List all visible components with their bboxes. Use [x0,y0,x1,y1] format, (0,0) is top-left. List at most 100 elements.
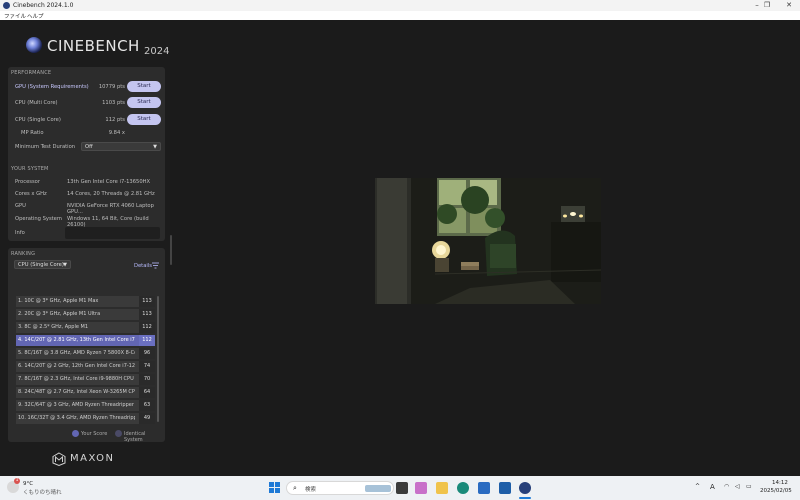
weather-desc: くもりのち晴れ [23,490,62,496]
ranking-row-score: 112 [139,335,155,346]
task-view-icon[interactable] [396,482,408,494]
ranking-row[interactable]: 2. 20C @ 3* GHz, Apple M1 Ultra 113 [16,309,155,320]
ranking-row-label: 3. 8C @ 2.5* GHz, Apple M1 [18,324,89,330]
store-icon[interactable] [478,482,490,494]
cpu-single-label: CPU (Single Core) [15,117,61,123]
ranking-row[interactable]: 7. 8C/16T @ 2.3 GHz, Intel Core i9-9880H… [16,374,155,385]
title-bar: Cinebench 2024.1.0 – ❐ ✕ [0,0,800,11]
windows-start-icon[interactable] [269,482,281,494]
identical-system-legend: Identical System [124,431,146,443]
app-content: CINEBENCH 2024 PERFORMANCE GPU (System R… [0,20,800,476]
search-icon: ⌕ [293,484,297,492]
ranking-title: RANKING [11,251,36,257]
processor-label: Processor [15,179,40,185]
ranking-row-score: 96 [139,348,155,359]
sidebar-scrollbar[interactable] [170,235,172,265]
cpu-multi-label: CPU (Multi Core) [15,100,58,106]
ranking-row-score: 64 [139,387,155,398]
chevron-down-icon: ▼ [153,144,157,150]
ime-indicator[interactable]: A [710,483,715,491]
left-sidebar: CINEBENCH 2024 PERFORMANCE GPU (System R… [0,20,170,476]
maximize-button[interactable]: ❐ [762,1,772,10]
active-app-indicator [519,497,531,499]
cinebench-app-icon [3,2,10,9]
ranking-row[interactable]: 8. 24C/48T @ 2.7 GHz, Intel Xeon W-3265M… [16,387,155,398]
min-duration-select[interactable]: Off ▼ [81,142,161,151]
ranking-row-score: 113 [139,296,155,307]
copilot-icon[interactable] [415,482,427,494]
system-panel: YOUR SYSTEM Processor 13th Gen Intel Cor… [8,163,165,241]
window-title: Cinebench 2024.1.0 [13,2,74,9]
processor-value: 13th Gen Intel Core i7-13650HX [67,179,151,185]
ranking-scrollbar[interactable] [157,296,159,422]
cpu-single-score: 112 pts [105,117,125,123]
gpu-value: NVIDIA GeForce RTX 4060 Laptop GPU... [67,203,154,215]
ranking-row-score: 113 [139,309,155,320]
ranking-row-label: 6. 14C/20T @ 2 GHz, 12th Gen Intel Core … [18,363,135,369]
info-label: Info [15,230,25,236]
info-field[interactable] [65,227,160,239]
ranking-row-label: 2. 20C @ 3* GHz, Apple M1 Ultra [18,311,101,317]
ranking-row-score: 112 [139,322,155,333]
identical-system-legend-icon [115,430,122,437]
cinebench-taskbar-icon[interactable] [519,482,531,494]
ranking-row-score: 49 [139,413,155,424]
app-icon[interactable] [499,482,511,494]
your-score-legend-icon [72,430,79,437]
ranking-row-label: 1. 10C @ 3* GHz, Apple M1 Max [18,298,99,304]
logo-year: 2024 [144,46,170,57]
taskbar: 1 9°C くもりのち晴れ ⌕ 検索 ^ A ◠ ◁ ▭ 14:12 2025/… [0,476,800,500]
gpu-start-button[interactable]: Start [127,81,161,92]
weather-badge: 1 [14,478,20,484]
clock-date[interactable]: 2025/02/05 [760,488,792,494]
ranking-row[interactable]: 5. 8C/16T @ 3.8 GHz, AMD Ryzen 7 5800X 8… [16,348,155,359]
cores-value: 14 Cores, 20 Threads @ 2.81 GHz [67,191,155,197]
os-label: Operating System [15,216,62,222]
gpu-test-score: 10779 pts [98,84,125,90]
ranking-row[interactable]: 9. 32C/64T @ 3 GHz, AMD Ryzen Threadripp… [16,400,155,411]
chevron-down-icon: ▼ [63,262,67,268]
cinebench-logo-icon [26,37,42,53]
filter-icon[interactable] [152,262,159,269]
ranking-row-score: 74 [139,361,155,372]
battery-icon[interactable]: ▭ [746,483,752,490]
ranking-row[interactable]: 10. 16C/32T @ 3.4 GHz, AMD Ryzen Threadr… [16,413,155,424]
cpu-single-start-button[interactable]: Start [127,114,161,125]
performance-title: PERFORMANCE [11,70,52,76]
ranking-row[interactable]: 3. 8C @ 2.5* GHz, Apple M1 112 [16,322,155,333]
system-title: YOUR SYSTEM [11,166,49,172]
ranking-test-select[interactable]: CPU (Single Core) ▼ [14,260,71,269]
tray-chevron-icon[interactable]: ^ [695,483,700,490]
ranking-row-label: 4. 14C/20T @ 2.81 GHz, 13th Gen Intel Co… [18,337,135,343]
your-score-legend: Your Score [81,431,108,437]
min-duration-label: Minimum Test Duration [15,144,76,150]
mp-ratio-label: MP Ratio [21,130,44,136]
ranking-row[interactable]: 4. 14C/20T @ 2.81 GHz, 13th Gen Intel Co… [16,335,155,346]
details-link[interactable]: Details [134,263,152,269]
menu-bar: ファイル ヘルプ [0,11,800,20]
cpu-multi-score: 1103 pts [102,100,125,106]
min-duration-value: Off [85,144,93,150]
logo-text: CINEBENCH [47,37,140,55]
taskbar-search[interactable]: ⌕ 検索 [286,481,394,495]
wifi-icon[interactable]: ◠ [724,483,729,490]
ranking-row[interactable]: 6. 14C/20T @ 2 GHz, 12th Gen Intel Core … [16,361,155,372]
minimize-button[interactable]: – [752,1,762,10]
clock-time[interactable]: 14:12 [772,480,788,486]
menu-help[interactable]: ヘルプ [27,12,44,20]
file-explorer-icon[interactable] [436,482,448,494]
edge-browser-icon[interactable] [457,482,469,494]
search-placeholder: 検索 [305,487,317,493]
volume-icon[interactable]: ◁ [735,483,740,490]
ranking-row-score: 63 [139,400,155,411]
ranking-panel: RANKING CPU (Single Core) ▼ Details 1. 1… [8,248,165,443]
ranking-row[interactable]: 1. 10C @ 3* GHz, Apple M1 Max 113 [16,296,155,307]
close-button[interactable]: ✕ [784,1,794,10]
ranking-row-label: 7. 8C/16T @ 2.3 GHz, Intel Core i9-9880H… [18,376,134,382]
menu-file[interactable]: ファイル [4,12,26,20]
gpu-label: GPU [15,203,26,209]
cpu-multi-start-button[interactable]: Start [127,97,161,108]
performance-panel: PERFORMANCE GPU (System Requirements) 10… [8,67,165,175]
weather-temp: 9°C [23,481,34,487]
gpu-test-label: GPU (System Requirements) [15,84,89,90]
